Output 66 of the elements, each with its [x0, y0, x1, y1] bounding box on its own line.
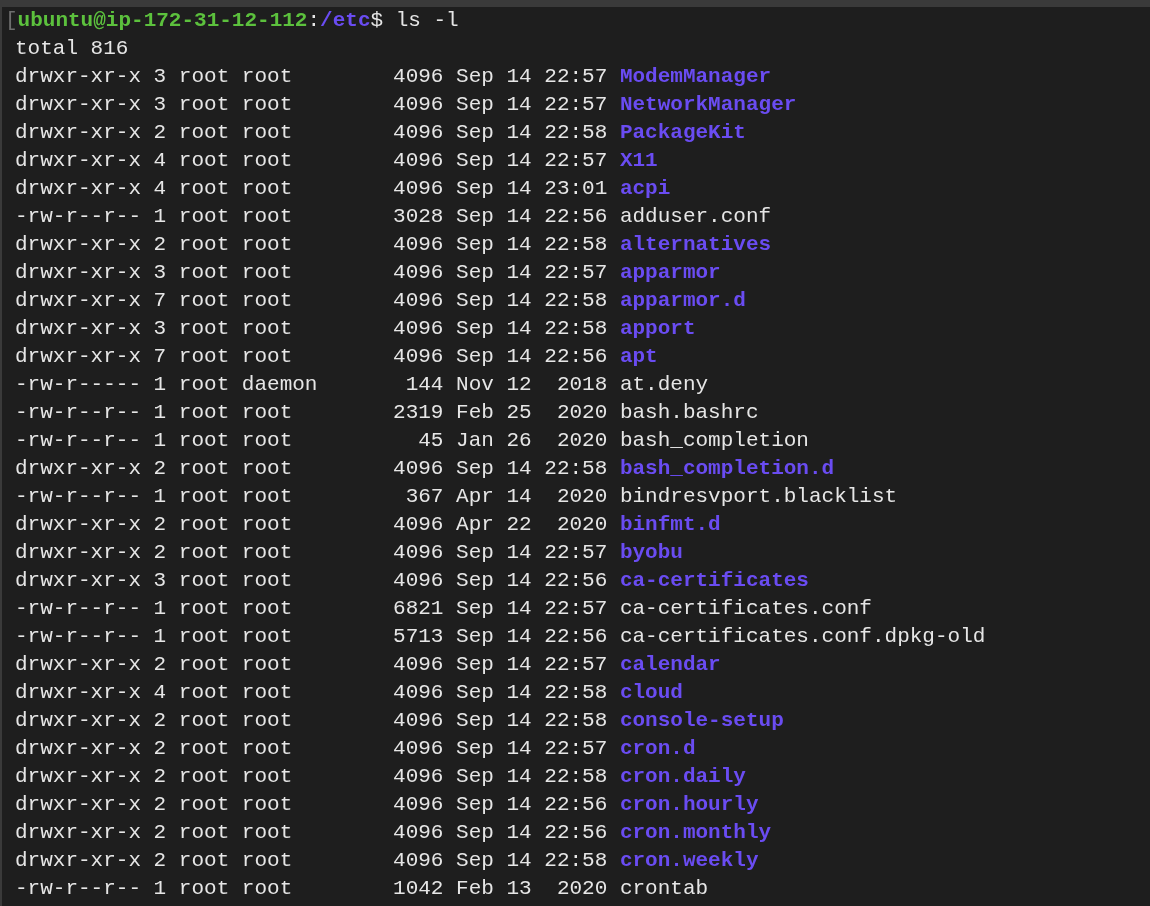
file-name: ca-certificates.conf.dpkg-old — [619, 624, 986, 650]
prompt-path: /etc — [320, 8, 371, 34]
entry-details: drwxr-xr-x 3 root root 4096 Sep 14 22:57 — [15, 260, 608, 286]
directory-name: cron.hourly — [619, 792, 759, 818]
entry-details: -rw-r--r-- 1 root root 2319 Feb 25 2020 — [15, 400, 608, 426]
directory-name: binfmt.d — [619, 512, 721, 538]
entry-details: drwxr-xr-x 3 root root 4096 Sep 14 22:56 — [15, 568, 608, 594]
command-text: $ ls -l — [370, 8, 459, 34]
directory-name: ModemManager — [619, 64, 772, 90]
entry-details: drwxr-xr-x 3 root root 4096 Sep 14 22:58 — [15, 316, 608, 342]
total-line: total 816 — [15, 36, 129, 62]
directory-name: ca-certificates — [619, 568, 809, 594]
directory-name: X11 — [619, 148, 658, 174]
prompt-mark: [ — [5, 8, 18, 34]
entry-details: drwxr-xr-x 2 root root 4096 Sep 14 22:58 — [15, 708, 608, 734]
entry-details: drwxr-xr-x 4 root root 4096 Sep 14 22:57 — [15, 148, 608, 174]
directory-name: alternatives — [619, 232, 772, 258]
entry-details: drwxr-xr-x 2 root root 4096 Sep 14 22:58 — [15, 848, 608, 874]
file-name: bash_completion — [619, 428, 809, 454]
file-name: adduser.conf — [619, 204, 772, 230]
entry-details: -rw-r--r-- 1 root root 1042 Feb 13 2020 — [15, 876, 608, 902]
directory-name: cron.weekly — [619, 848, 759, 874]
entry-details: drwxr-xr-x 2 root root 4096 Sep 14 22:57 — [15, 652, 608, 678]
entry-details: drwxr-xr-x 2 root root 4096 Sep 14 22:56 — [15, 792, 608, 818]
directory-name: apport — [619, 316, 696, 342]
directory-name: bash_completion.d — [619, 456, 835, 482]
directory-name: cron.d — [619, 736, 696, 762]
entry-details: -rw-r--r-- 1 root root 6821 Sep 14 22:57 — [15, 596, 608, 622]
entry-details: drwxr-xr-x 4 root root 4096 Sep 14 22:58 — [15, 680, 608, 706]
entry-details: drwxr-xr-x 2 root root 4096 Sep 14 22:58 — [15, 456, 608, 482]
entry-details: drwxr-xr-x 2 root root 4096 Apr 22 2020 — [15, 512, 608, 538]
prompt-separator: : — [307, 8, 321, 34]
entry-details: drwxr-xr-x 2 root root 4096 Sep 14 22:57 — [15, 736, 608, 762]
entry-details: -rw-r--r-- 1 root root 3028 Sep 14 22:56 — [15, 204, 608, 230]
file-name: ca-certificates.conf — [619, 596, 872, 622]
directory-name: calendar — [619, 652, 721, 678]
entry-details: -rw-r--r-- 1 root root 5713 Sep 14 22:56 — [15, 624, 608, 650]
file-name: bash.bashrc — [619, 400, 759, 426]
entry-details: drwxr-xr-x 2 root root 4096 Sep 14 22:58 — [15, 120, 608, 146]
entry-details: drwxr-xr-x 7 root root 4096 Sep 14 22:56 — [15, 344, 608, 370]
entry-details: drwxr-xr-x 4 root root 4096 Sep 14 23:01 — [15, 176, 608, 202]
entry-details: drwxr-xr-x 2 root root 4096 Sep 14 22:56 — [15, 820, 608, 846]
file-name: bindresvport.blacklist — [619, 484, 898, 510]
prompt-user-host: ubuntu@ip-172-31-12-112 — [17, 8, 308, 34]
directory-name: console-setup — [619, 708, 784, 734]
entry-details: -rw-r----- 1 root daemon 144 Nov 12 2018 — [15, 372, 608, 398]
directory-name: byobu — [619, 540, 683, 566]
directory-name: acpi — [619, 176, 671, 202]
file-name: crontab — [619, 876, 709, 902]
entry-details: drwxr-xr-x 2 root root 4096 Sep 14 22:57 — [15, 540, 608, 566]
entry-details: drwxr-xr-x 3 root root 4096 Sep 14 22:57 — [15, 64, 608, 90]
directory-name: NetworkManager — [619, 92, 797, 118]
entry-details: drwxr-xr-x 2 root root 4096 Sep 14 22:58 — [15, 764, 608, 790]
entry-details: drwxr-xr-x 7 root root 4096 Sep 14 22:58 — [15, 288, 608, 314]
directory-name: apt — [619, 344, 658, 370]
entry-details: -rw-r--r-- 1 root root 45 Jan 26 2020 — [15, 428, 608, 454]
file-name: at.deny — [619, 372, 709, 398]
directory-name: cron.daily — [619, 764, 746, 790]
entry-details: drwxr-xr-x 2 root root 4096 Sep 14 22:58 — [15, 232, 608, 258]
directory-name: apparmor.d — [619, 288, 746, 314]
directory-name: PackageKit — [619, 120, 746, 146]
directory-name: apparmor — [619, 260, 721, 286]
entry-details: -rw-r--r-- 1 root root 367 Apr 14 2020 — [15, 484, 608, 510]
directory-name: cron.monthly — [619, 820, 772, 846]
entry-details: drwxr-xr-x 3 root root 4096 Sep 14 22:57 — [15, 92, 608, 118]
directory-name: cloud — [619, 680, 683, 706]
